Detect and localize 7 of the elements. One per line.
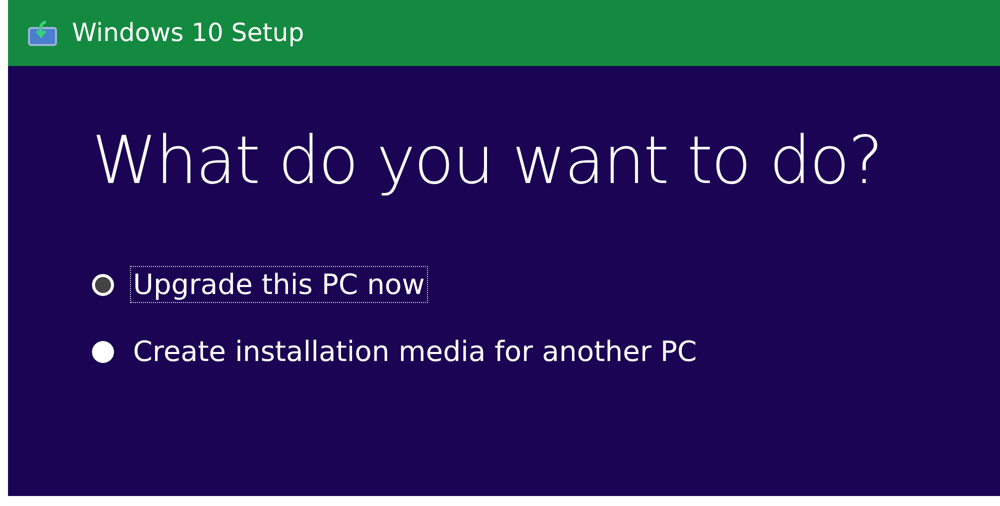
- page-heading: What do you want to do?: [92, 128, 883, 194]
- option-label[interactable]: Create installation media for another PC: [130, 333, 700, 370]
- radio-button[interactable]: [92, 340, 114, 362]
- installer-icon: [28, 20, 58, 46]
- radio-button[interactable]: [92, 274, 114, 296]
- window-title: Windows 10 Setup: [72, 17, 304, 50]
- option-label[interactable]: Upgrade this PC now: [130, 266, 428, 303]
